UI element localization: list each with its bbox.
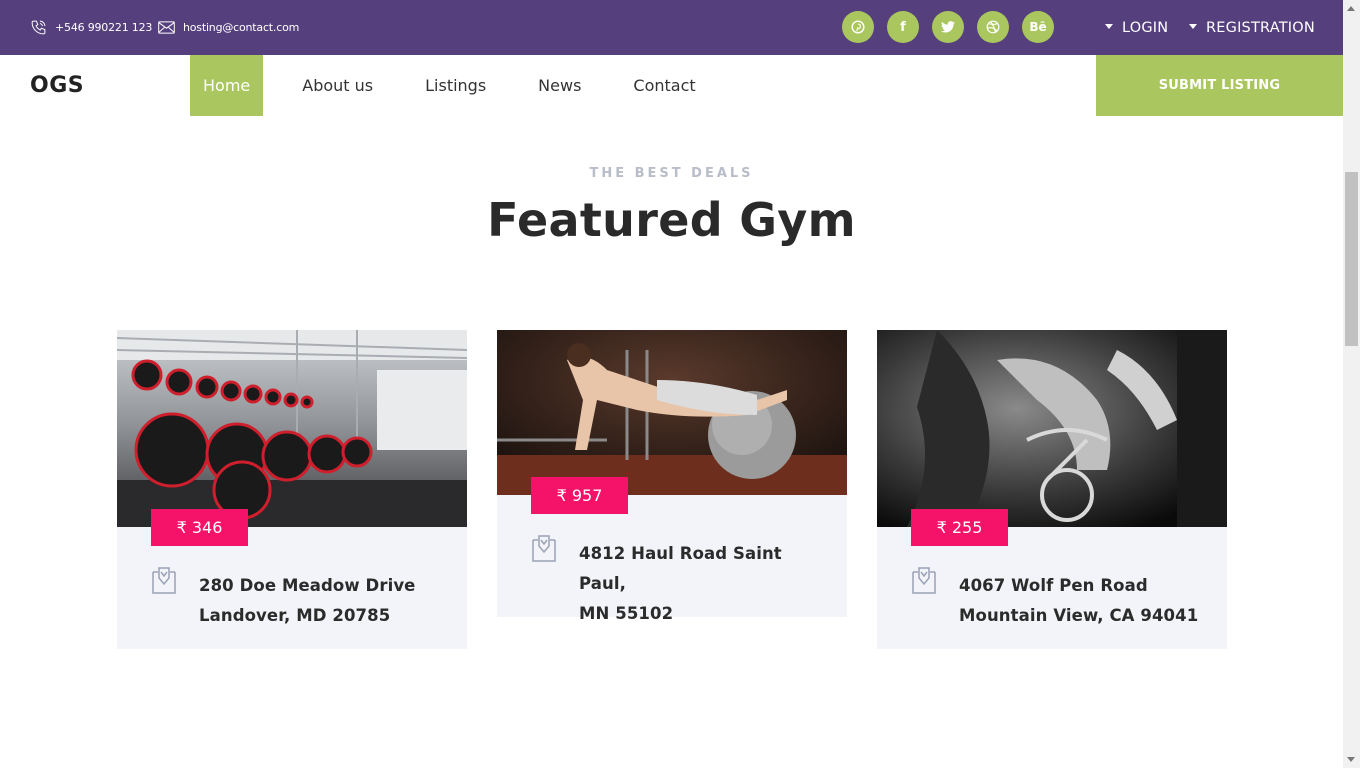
gym-card[interactable]: ₹ 255 4067 Wolf Pen Road Mountain View, … <box>877 330 1227 649</box>
address-line-2: MN 55102 <box>579 604 674 623</box>
facebook-icon[interactable]: f <box>887 11 919 43</box>
caret-down-icon <box>1105 23 1113 29</box>
scroll-thumb[interactable] <box>1345 172 1358 346</box>
dumbbell-rack-photo <box>117 330 467 527</box>
location-pin-icon <box>912 567 936 594</box>
nav-item-news[interactable]: News <box>525 55 594 116</box>
dribbble-icon[interactable] <box>977 11 1009 43</box>
nav-item-about-us[interactable]: About us <box>289 55 386 116</box>
submit-listing-button[interactable]: SUBMIT LISTING <box>1096 55 1343 116</box>
nav-item-contact[interactable]: Contact <box>620 55 708 116</box>
behance-icon[interactable]: Bē <box>1022 11 1054 43</box>
gym-card[interactable]: ₹ 346 280 Doe Meadow Drive Landover, MD … <box>117 330 467 649</box>
site-logo[interactable]: OGS <box>30 55 84 116</box>
scroll-up-arrow-icon[interactable] <box>1347 6 1355 11</box>
spin-class-photo <box>877 330 1227 527</box>
facebook-glyph: f <box>900 19 906 35</box>
gym-address: 4067 Wolf Pen Road Mountain View, CA 940… <box>959 571 1209 631</box>
twitter-icon[interactable] <box>932 11 964 43</box>
location-pin-icon <box>152 567 176 594</box>
pinterest-icon[interactable] <box>842 11 874 43</box>
behance-glyph: Bē <box>1029 20 1047 34</box>
gym-address: 4812 Haul Road Saint Paul, MN 55102 <box>579 539 829 629</box>
login-label: LOGIN <box>1122 19 1169 36</box>
section-title: Featured Gym <box>487 193 856 247</box>
mail-icon <box>158 21 175 34</box>
price-badge: ₹ 255 <box>911 509 1008 546</box>
email-contact[interactable]: hosting@contact.com <box>158 0 299 55</box>
price-badge: ₹ 346 <box>151 509 248 546</box>
address-line-1: 4067 Wolf Pen Road <box>959 576 1148 595</box>
scroll-down-arrow-icon[interactable] <box>1347 757 1355 762</box>
plank-exercise-photo <box>497 330 847 495</box>
phone-number: +546 990221 123 <box>55 21 153 34</box>
nav-menu: Home About us Listings News Contact <box>190 55 709 116</box>
registration-label: REGISTRATION <box>1206 19 1315 36</box>
nav-item-home[interactable]: Home <box>190 55 264 116</box>
nav-item-listings[interactable]: Listings <box>412 55 499 116</box>
price-badge: ₹ 957 <box>531 477 628 514</box>
location-pin-icon <box>532 535 556 562</box>
social-links: f Bē <box>842 11 1054 43</box>
registration-link[interactable]: REGISTRATION <box>1189 0 1315 55</box>
address-line-2: Mountain View, CA 94041 <box>959 606 1199 625</box>
address-line-1: 4812 Haul Road Saint Paul, <box>579 544 782 593</box>
address-line-1: 280 Doe Meadow Drive <box>199 576 416 595</box>
caret-down-icon <box>1189 23 1197 29</box>
login-link[interactable]: LOGIN <box>1105 0 1168 55</box>
section-eyebrow: THE BEST DEALS <box>589 166 754 181</box>
phone-contact[interactable]: +546 990221 123 <box>30 0 152 55</box>
main-nav: OGS Home About us Listings News Contact … <box>0 55 1343 116</box>
phone-icon <box>31 20 46 35</box>
top-bar: +546 990221 123 hosting@contact.com f Bē… <box>0 0 1343 55</box>
gym-card[interactable]: ₹ 957 4812 Haul Road Saint Paul, MN 5510… <box>497 330 847 623</box>
page-scrollbar[interactable] <box>1343 0 1360 768</box>
address-line-2: Landover, MD 20785 <box>199 606 391 625</box>
email-address: hosting@contact.com <box>183 21 300 34</box>
gym-address: 280 Doe Meadow Drive Landover, MD 20785 <box>199 571 449 631</box>
